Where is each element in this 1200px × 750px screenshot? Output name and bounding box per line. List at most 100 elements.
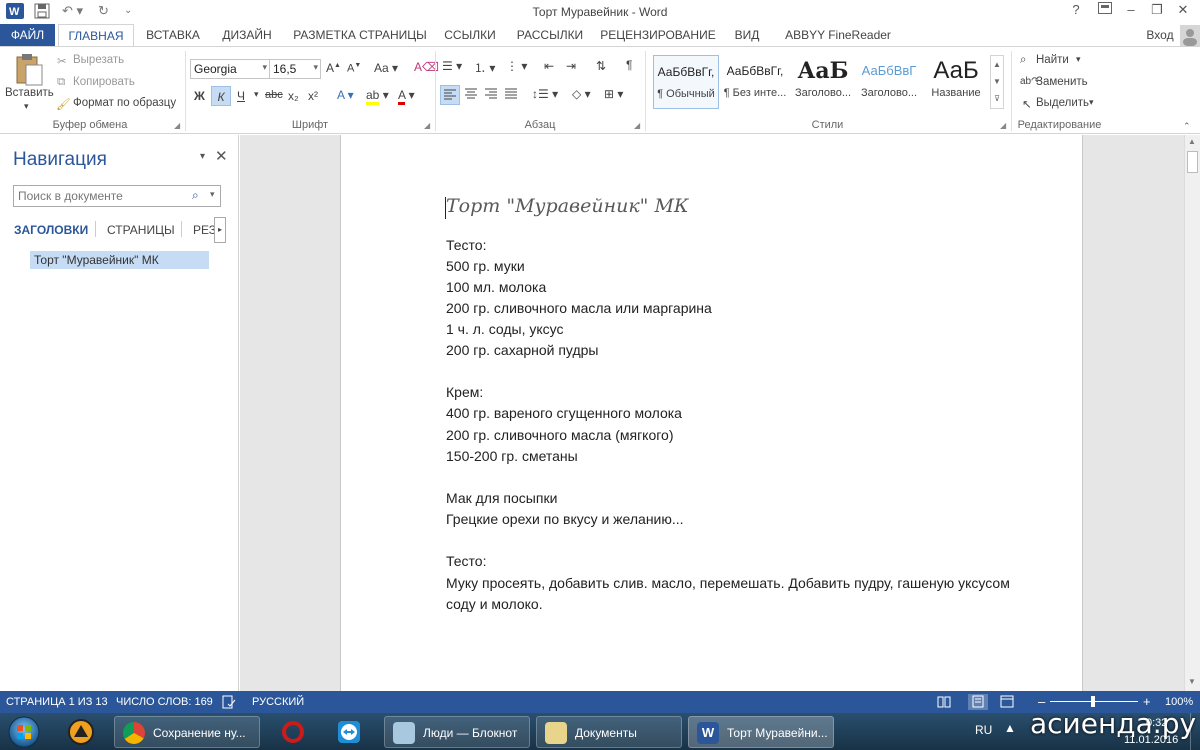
- show-desktop-button[interactable]: [1190, 713, 1200, 750]
- taskbar-item-word[interactable]: W Торт Муравейни...: [688, 716, 834, 748]
- tab-pages[interactable]: СТРАНИЦЫ: [107, 223, 175, 237]
- tab-abbyy[interactable]: ABBYY FineReader 12: [778, 24, 898, 64]
- style-heading-1[interactable]: АаБ Заголово...: [790, 55, 856, 109]
- paste-button[interactable]: Вставить: [5, 87, 54, 99]
- show-formatting-marks-icon[interactable]: ¶: [626, 58, 632, 72]
- underline-button[interactable]: Ч: [237, 89, 245, 103]
- find-icon[interactable]: ⌕: [1020, 54, 1026, 67]
- clock-date[interactable]: 11.01.2016: [1124, 734, 1178, 746]
- align-left-icon[interactable]: [440, 85, 460, 105]
- close-pane-icon[interactable]: ✕: [215, 147, 228, 165]
- tab-home[interactable]: ГЛАВНАЯ: [58, 24, 134, 47]
- borders-icon[interactable]: ⊞ ▾: [604, 87, 623, 101]
- italic-button[interactable]: К: [211, 86, 231, 106]
- scroll-thumb[interactable]: [1187, 151, 1198, 173]
- sign-in-link[interactable]: Вход: [1140, 24, 1180, 46]
- collapse-ribbon-icon[interactable]: ⌃: [1183, 121, 1191, 132]
- word-count[interactable]: ЧИСЛО СЛОВ: 169: [116, 696, 213, 708]
- language-indicator[interactable]: РУССКИЙ: [252, 696, 304, 708]
- close-button[interactable]: ✕: [1170, 2, 1196, 20]
- cut-button[interactable]: Вырезать: [73, 54, 124, 66]
- find-dropdown-icon[interactable]: ▾: [1076, 54, 1081, 65]
- select-dropdown-icon[interactable]: ▾: [1089, 97, 1094, 108]
- document-page[interactable]: Торт "Муравейник" МК Тесто: 500 гр. муки…: [340, 135, 1083, 691]
- clipboard-launcher-icon[interactable]: ◢: [174, 121, 180, 130]
- start-button[interactable]: [6, 715, 42, 749]
- line-spacing-icon[interactable]: ↕☰ ▾: [532, 87, 558, 101]
- zoom-slider-thumb[interactable]: [1091, 696, 1095, 707]
- scroll-down-icon[interactable]: ▼: [1188, 677, 1196, 686]
- tab-layout[interactable]: РАЗМЕТКА СТРАНИЦЫ: [290, 24, 430, 46]
- paste-icon[interactable]: [14, 53, 44, 90]
- scroll-up-icon[interactable]: ▲: [1188, 137, 1196, 146]
- search-dropdown-icon[interactable]: ▾: [210, 189, 215, 200]
- tab-headings[interactable]: ЗАГОЛОВКИ: [14, 223, 88, 237]
- taskbar-item-documents[interactable]: Документы: [536, 716, 682, 748]
- search-input[interactable]: Поиск в документе ⌕ ▾: [13, 185, 221, 207]
- search-icon[interactable]: ⌕: [192, 188, 199, 203]
- subscript-button[interactable]: x₂: [288, 89, 299, 103]
- align-center-icon[interactable]: [464, 88, 478, 103]
- page-count[interactable]: СТРАНИЦА 1 ИЗ 13: [6, 696, 108, 708]
- styles-gallery-scroll[interactable]: ▲ ▼ ⊽: [990, 55, 1004, 109]
- copy-button[interactable]: Копировать: [73, 76, 135, 88]
- multilevel-list-icon[interactable]: ⋮ ▾: [506, 59, 527, 73]
- archicad-icon[interactable]: [64, 718, 98, 746]
- taskbar-item-opera[interactable]: [270, 716, 316, 748]
- font-family-select[interactable]: Georgia ▾: [190, 59, 270, 79]
- input-language[interactable]: RU: [975, 723, 992, 737]
- shrink-font-icon[interactable]: A▼: [347, 62, 361, 75]
- help-button[interactable]: ?: [1063, 2, 1089, 20]
- taskbar-item-notepad[interactable]: Люди — Блокнот: [384, 716, 530, 748]
- paragraph-launcher-icon[interactable]: ◢: [634, 121, 640, 130]
- maximize-button[interactable]: ❐: [1144, 2, 1170, 20]
- style-title[interactable]: АаБ Название: [924, 55, 988, 109]
- web-layout-icon[interactable]: [1000, 695, 1014, 711]
- justify-icon[interactable]: [504, 88, 518, 103]
- read-mode-icon[interactable]: [937, 695, 951, 711]
- clock-time[interactable]: 0:32: [1146, 717, 1167, 729]
- proofing-icon[interactable]: [222, 695, 236, 712]
- replace-button[interactable]: Заменить: [1036, 76, 1088, 88]
- strikethrough-button[interactable]: abc: [265, 89, 283, 101]
- font-color-icon[interactable]: A ▾: [398, 88, 415, 105]
- bullets-icon[interactable]: ☰ ▾: [442, 59, 462, 73]
- styles-launcher-icon[interactable]: ◢: [1000, 121, 1006, 130]
- print-layout-icon[interactable]: [968, 694, 988, 710]
- tab-review[interactable]: РЕЦЕНЗИРОВАНИЕ: [598, 24, 718, 46]
- select-button[interactable]: Выделить: [1036, 97, 1089, 109]
- increase-indent-icon[interactable]: ⇥: [566, 59, 576, 73]
- select-icon[interactable]: ↖: [1022, 97, 1032, 111]
- vertical-scrollbar[interactable]: ▲ ▼: [1184, 135, 1200, 691]
- copy-icon[interactable]: ⧉: [57, 76, 65, 89]
- font-launcher-icon[interactable]: ◢: [424, 121, 430, 130]
- style-heading-2[interactable]: АаБбВвГ Заголово...: [858, 55, 920, 109]
- sort-icon[interactable]: ⇅: [596, 59, 606, 73]
- tab-results[interactable]: РЕЗ: [193, 223, 216, 237]
- align-right-icon[interactable]: [484, 88, 498, 103]
- style-no-spacing[interactable]: АаБбВвГг, ¶ Без инте...: [722, 55, 788, 109]
- cut-icon[interactable]: ✂: [57, 54, 67, 68]
- tab-insert[interactable]: ВСТАВКА: [140, 24, 206, 46]
- decrease-indent-icon[interactable]: ⇤: [544, 59, 554, 73]
- highlight-color-icon[interactable]: ab ▾: [366, 88, 389, 105]
- underline-dropdown-icon[interactable]: ▾: [254, 89, 259, 100]
- format-painter-icon[interactable]: 🖌: [56, 97, 71, 111]
- find-button[interactable]: Найти: [1036, 54, 1069, 66]
- paste-dropdown-icon[interactable]: ▾: [24, 101, 29, 112]
- tab-design[interactable]: ДИЗАЙН: [214, 24, 280, 46]
- format-painter-button[interactable]: Формат по образцу: [73, 97, 176, 109]
- change-case-button[interactable]: Aa ▾: [374, 61, 398, 75]
- taskbar-item-chrome[interactable]: Сохранение ну...: [114, 716, 260, 748]
- text-effects-icon[interactable]: A ▾: [337, 88, 354, 102]
- tab-references[interactable]: ССЫЛКИ: [440, 24, 500, 46]
- tray-icons[interactable]: ▲: [1004, 721, 1016, 735]
- nav-tabs-scroll-right[interactable]: ▸: [214, 217, 226, 243]
- numbering-icon[interactable]: ⒈ ▾: [474, 59, 495, 76]
- tab-file[interactable]: ФАЙЛ: [0, 24, 55, 46]
- user-avatar[interactable]: [1180, 25, 1200, 46]
- pane-options-icon[interactable]: ▾: [200, 151, 205, 162]
- minimize-button[interactable]: –: [1118, 2, 1144, 20]
- superscript-button[interactable]: x²: [308, 89, 318, 103]
- font-size-select[interactable]: 16,5 ▾: [269, 59, 321, 79]
